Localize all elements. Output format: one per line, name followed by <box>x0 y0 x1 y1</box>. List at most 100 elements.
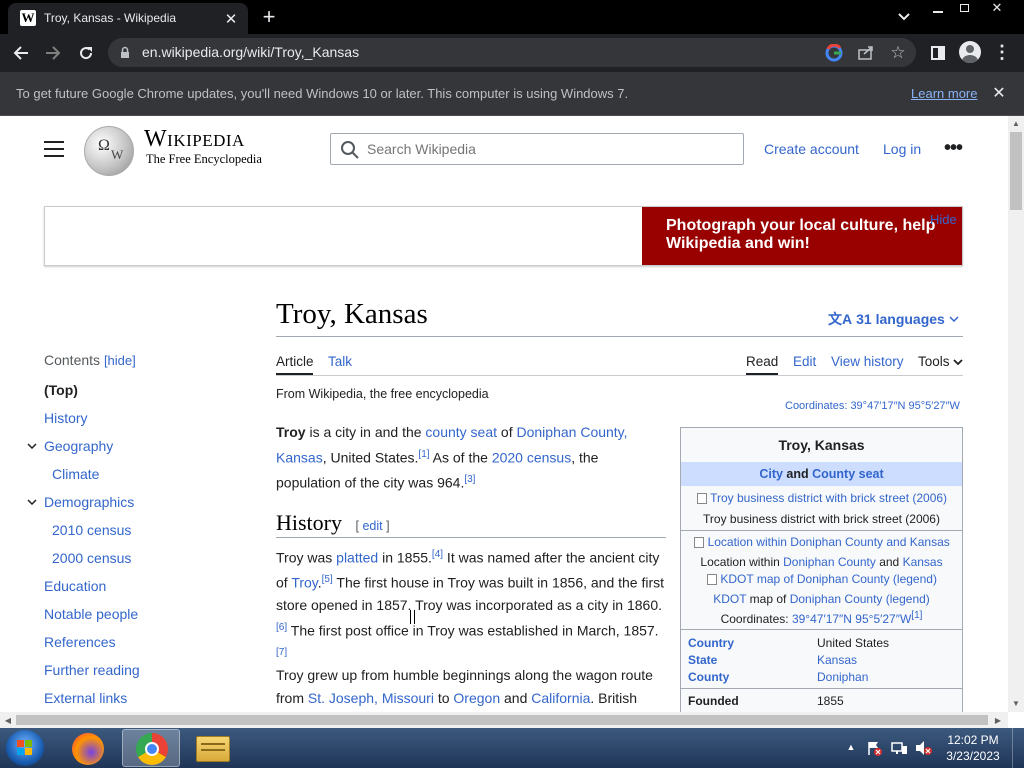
infobox-county-label[interactable]: County <box>688 670 729 684</box>
reference-4[interactable]: [4] <box>432 549 443 560</box>
address-bar[interactable]: en.wikipedia.org/wiki/Troy,_Kansas ☆ <box>108 38 916 67</box>
tab-view-history[interactable]: View history <box>831 354 904 369</box>
caption-kdot-link[interactable]: KDOT <box>713 592 746 606</box>
learn-more-link[interactable]: Learn more <box>911 86 977 101</box>
tab-article[interactable]: Article <box>276 354 314 369</box>
infobox-state-label[interactable]: State <box>688 653 717 667</box>
url-text[interactable]: en.wikipedia.org/wiki/Troy,_Kansas <box>142 44 359 60</box>
scroll-left-arrow-icon[interactable]: ◀ <box>0 712 16 728</box>
tab-edit[interactable]: Edit <box>793 354 816 369</box>
tab-talk[interactable]: Talk <box>328 354 352 369</box>
toc-item-education[interactable]: Education <box>44 578 106 594</box>
infobox-image-2[interactable]: Location within Doniphan County and Kans… <box>685 535 959 549</box>
toc-item-notable-people[interactable]: Notable people <box>44 606 138 622</box>
reference-5[interactable]: [5] <box>322 574 333 585</box>
county-seat-link[interactable]: county seat <box>425 424 497 440</box>
wikipedia-globe-logo[interactable]: Ω W <box>84 126 134 176</box>
browser-tab[interactable]: W Troy, Kansas - Wikipedia ✕ <box>8 3 248 34</box>
caption-kansas-link[interactable]: Kansas <box>903 555 943 569</box>
history-edit-link[interactable]: edit <box>362 519 382 533</box>
infobox-city-link[interactable]: City <box>759 467 783 481</box>
infobox-country-label[interactable]: Country <box>688 636 734 650</box>
new-tab-icon[interactable]: + <box>258 4 280 29</box>
chrome-menu-icon[interactable]: ⋮ <box>992 42 1012 62</box>
infobox-image-1[interactable]: Troy business district with brick street… <box>691 491 953 505</box>
scroll-down-arrow-icon[interactable]: ▼ <box>1008 696 1024 710</box>
caption-doniphan-county-link[interactable]: Doniphan County <box>790 592 883 606</box>
minimize-window-icon[interactable] <box>928 2 948 16</box>
st-joseph-link[interactable]: St. Joseph, Missouri <box>308 690 434 706</box>
close-window-icon[interactable]: ✕ <box>986 0 1008 16</box>
toc-item-references[interactable]: References <box>44 634 116 650</box>
banner-hide-button[interactable]: Hide <box>930 212 957 227</box>
2020-census-link[interactable]: 2020 census <box>492 449 571 465</box>
banner-message-box[interactable]: Photograph your local culture, help Wiki… <box>642 207 962 265</box>
user-more-options-icon[interactable]: ••• <box>942 137 964 159</box>
volume-muted-icon[interactable] <box>914 740 932 756</box>
caption-legend-link[interactable]: (legend) <box>886 592 930 606</box>
language-button[interactable]: 文A 31 languages <box>828 308 959 330</box>
infobox-reference-1[interactable]: [1] <box>911 610 922 621</box>
infobox-county-seat-link[interactable]: County seat <box>812 467 884 481</box>
side-panel-icon[interactable] <box>928 43 948 63</box>
search-box[interactable] <box>330 133 744 165</box>
network-icon[interactable] <box>890 740 908 756</box>
reference-7[interactable]: [7] <box>276 647 287 658</box>
lock-icon[interactable] <box>118 45 132 60</box>
platted-link[interactable]: platted <box>336 550 378 566</box>
create-account-link[interactable]: Create account <box>764 141 859 157</box>
action-center-flag-icon[interactable] <box>866 740 882 756</box>
banner-text[interactable]: Photograph your local culture, help Wiki… <box>666 217 956 253</box>
infobox-image-3[interactable]: KDOT map of Doniphan County (legend) <box>685 572 959 586</box>
show-hidden-icons-chevron-icon[interactable]: ▲ <box>844 740 858 754</box>
toc-item-2010-census[interactable]: 2010 census <box>52 522 131 538</box>
tab-search-chevron-icon[interactable] <box>894 8 914 26</box>
tab-close-icon[interactable]: ✕ <box>222 10 240 28</box>
reload-icon[interactable] <box>75 42 97 64</box>
infobox-state-value[interactable]: Kansas <box>817 653 857 667</box>
toc-item-geography[interactable]: Geography <box>44 438 113 454</box>
toc-item-climate[interactable]: Climate <box>52 466 99 482</box>
google-lens-icon[interactable] <box>824 43 844 63</box>
coordinates-link[interactable]: 39°47′17″N 95°5′27″W <box>850 400 959 412</box>
tools-label[interactable]: Tools <box>918 354 950 369</box>
start-button-icon[interactable] <box>6 730 44 766</box>
toc-item-2000-census[interactable]: 2000 census <box>52 550 131 566</box>
scroll-right-arrow-icon[interactable]: ▶ <box>990 712 1006 728</box>
restore-window-icon[interactable] <box>954 1 974 15</box>
toc-geography-chevron-icon[interactable] <box>24 440 40 452</box>
horizontal-scroll-thumb[interactable] <box>16 715 988 725</box>
show-desktop-button[interactable] <box>1012 728 1024 768</box>
reference-3[interactable]: [3] <box>464 474 475 485</box>
california-link[interactable]: California <box>531 690 590 706</box>
toc-item-history[interactable]: History <box>44 410 88 426</box>
tab-read[interactable]: Read <box>746 354 778 369</box>
reference-6[interactable]: [6] <box>276 622 287 633</box>
toc-item-further-reading[interactable]: Further reading <box>44 662 140 678</box>
profile-avatar-icon[interactable] <box>959 41 981 63</box>
back-arrow-icon[interactable] <box>10 42 32 64</box>
share-icon[interactable] <box>856 43 876 63</box>
vertical-scrollbar[interactable]: ▲ ▼ <box>1008 116 1024 712</box>
scroll-up-arrow-icon[interactable]: ▲ <box>1008 116 1024 130</box>
bookmark-star-icon[interactable]: ☆ <box>888 43 908 63</box>
troy-link[interactable]: Troy <box>291 575 317 591</box>
infobox-coordinates-link[interactable]: 39°47′17″N 95°5′27″W <box>792 612 911 626</box>
horizontal-scrollbar[interactable]: ◀ ▶ <box>0 712 1008 728</box>
log-in-link[interactable]: Log in <box>883 141 921 157</box>
search-input[interactable] <box>367 139 727 159</box>
firefox-icon[interactable] <box>72 733 104 765</box>
toc-item-top[interactable]: (Top) <box>44 382 78 398</box>
tools-menu-button[interactable]: Tools <box>918 354 963 369</box>
wikipedia-wordmark[interactable]: Wikipedia <box>144 126 245 153</box>
toc-demographics-chevron-icon[interactable] <box>24 496 40 508</box>
main-menu-icon[interactable] <box>44 141 64 157</box>
language-count[interactable]: 31 languages <box>856 311 945 327</box>
toc-item-external-links[interactable]: External links <box>44 690 127 706</box>
toc-hide-link[interactable]: [hide] <box>104 353 136 368</box>
toc-item-demographics[interactable]: Demographics <box>44 494 134 510</box>
chrome-taskbar-button[interactable] <box>122 729 180 767</box>
file-explorer-icon[interactable] <box>196 736 230 762</box>
clock[interactable]: 12:02 PM 3/23/2023 <box>940 732 1006 764</box>
infobar-close-icon[interactable]: ✕ <box>990 84 1008 102</box>
